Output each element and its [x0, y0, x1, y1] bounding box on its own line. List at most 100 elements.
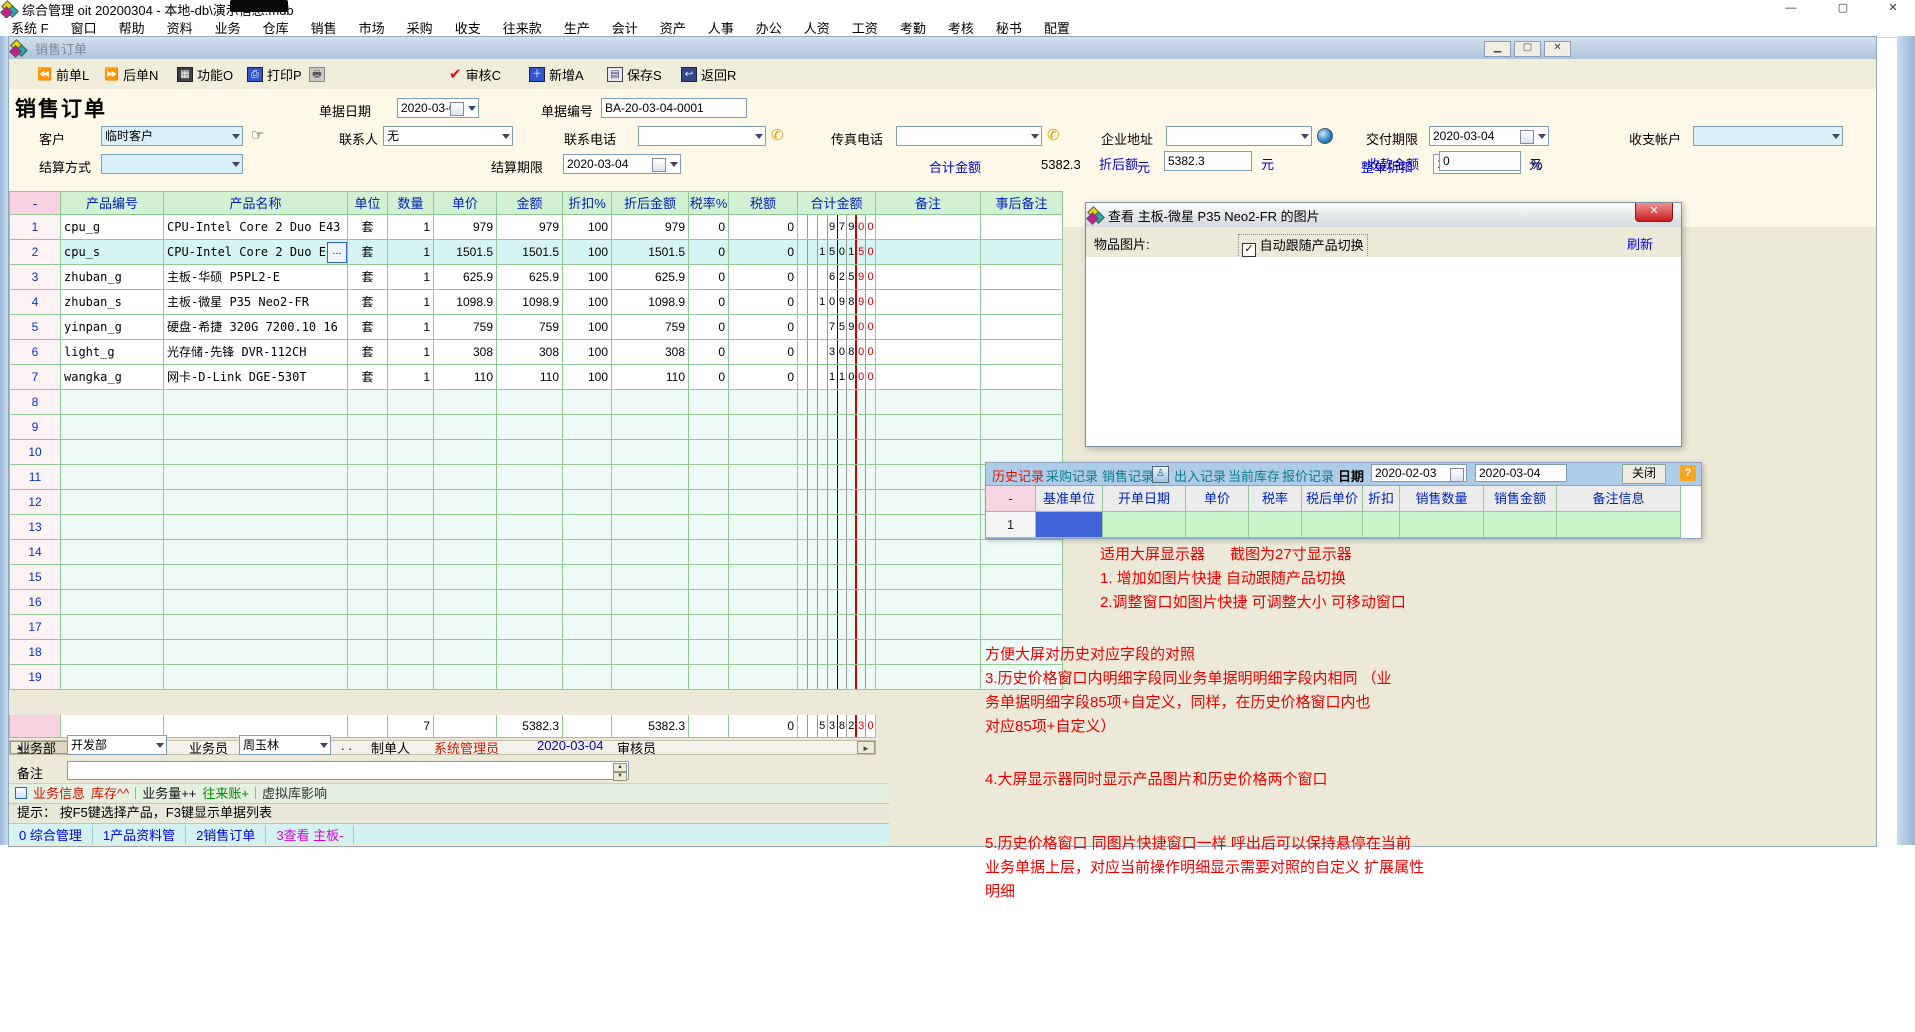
phone-select[interactable]	[638, 126, 766, 146]
taskbar-item-0综合管理[interactable]: 0 综合管理	[9, 825, 93, 844]
history-column-header[interactable]: 税率	[1249, 486, 1302, 512]
history-cell[interactable]	[1302, 512, 1363, 538]
help-icon[interactable]: ?	[1680, 465, 1696, 481]
quick-link-2[interactable]: 库存^^	[91, 783, 129, 802]
history-cell[interactable]	[1103, 512, 1186, 538]
refresh-link[interactable]: 刷新	[1627, 234, 1653, 253]
viewer-titlebar[interactable]: 查看 主板-微星 P35 Neo2-FR 的图片	[1086, 203, 1681, 228]
menu-item-市场[interactable]: 市场	[348, 17, 396, 38]
menu-item-会计[interactable]: 会计	[601, 17, 649, 38]
child-minimize-button[interactable]: ▁	[1484, 41, 1511, 57]
menu-item-办公[interactable]: 办公	[745, 17, 793, 38]
history-tab-历史记录[interactable]: 历史记录	[992, 466, 1044, 485]
toolbar-button-打印P[interactable]: ⎙打印P	[247, 64, 302, 84]
toolbar-button-返回R[interactable]: ↩返回R	[681, 64, 736, 84]
customer-select[interactable]: 临时客户	[101, 126, 243, 146]
column-header[interactable]: 合计金额	[798, 191, 876, 215]
quick-link-1[interactable]: 业务信息	[33, 783, 85, 802]
menu-item-业务[interactable]: 业务	[204, 17, 252, 38]
history-date-from[interactable]: 2020-02-03	[1371, 464, 1467, 482]
column-header[interactable]: 单位	[348, 191, 388, 215]
salesman-select[interactable]: 周玉林	[239, 735, 331, 755]
menu-item-收支[interactable]: 收支	[444, 17, 492, 38]
history-date-to[interactable]: 2020-03-04	[1475, 464, 1567, 482]
table-row[interactable]: 3zhuban_g主板-华硕 P5PL2-E套1625.9625.9100625…	[9, 265, 1063, 290]
taskbar-item-3查看主板-[interactable]: 3查看 主板-	[266, 825, 354, 844]
history-column-header[interactable]: 备注信息	[1557, 486, 1681, 512]
toolbar-button-前单L[interactable]: ⏪前单L	[37, 64, 89, 84]
table-row[interactable]: 18	[9, 640, 1063, 665]
deliver-date-field[interactable]: 2020-03-04	[1429, 126, 1549, 146]
ellipsis-button[interactable]: ...	[327, 242, 347, 263]
close-button[interactable]: ✕	[1879, 2, 1907, 16]
menu-item-配置[interactable]: 配置	[1033, 17, 1081, 38]
discounted-field[interactable]: 5382.3	[1164, 151, 1252, 171]
column-header[interactable]: 税额	[729, 191, 798, 215]
history-close-button[interactable]: 关闭	[1622, 464, 1666, 484]
window-right-border[interactable]	[1897, 36, 1915, 845]
history-data-row[interactable]: 1	[986, 512, 1701, 538]
checkbox-icon[interactable]: ✓	[1242, 243, 1256, 257]
history-cell[interactable]	[1249, 512, 1302, 538]
history-column-header[interactable]: 税后单价	[1302, 486, 1363, 512]
auto-follow-checkbox[interactable]: ✓ 自动跟随产品切换	[1238, 234, 1368, 258]
printer-icon[interactable]: 🖶	[309, 64, 325, 84]
viewer-close-button[interactable]: ✕	[1635, 203, 1673, 222]
child-close-button[interactable]: ✕	[1544, 41, 1571, 57]
table-row[interactable]: 5yinpan_g硬盘-希捷 320G 7200.10 16套175975910…	[9, 315, 1063, 340]
records-person-icon[interactable]: ♙	[1152, 466, 1169, 483]
history-tab-销售记录[interactable]: 销售记录	[1102, 466, 1154, 485]
history-column-header[interactable]: 销售数量	[1400, 486, 1484, 512]
table-row[interactable]: 16	[9, 590, 1063, 615]
spinner-control[interactable]: ▲▼	[613, 763, 627, 779]
table-row[interactable]: 8	[9, 390, 1063, 415]
column-header[interactable]: 金额	[497, 191, 563, 215]
history-cell[interactable]	[1186, 512, 1249, 538]
table-row[interactable]: 11	[9, 465, 1063, 490]
menu-item-销售[interactable]: 销售	[300, 17, 348, 38]
history-column-header[interactable]: 销售金额	[1484, 486, 1557, 512]
toolbar-button-功能O[interactable]: ▦功能O	[177, 64, 233, 84]
menu-item-人资[interactable]: 人资	[793, 17, 841, 38]
toolbar-button-保存S[interactable]: ▤保存S	[607, 64, 662, 84]
taskbar-item-1产品资料管[interactable]: 1产品资料管	[93, 825, 186, 844]
settle-method-select[interactable]	[101, 154, 243, 174]
menu-item-仓库[interactable]: 仓库	[252, 17, 300, 38]
account-select[interactable]	[1693, 126, 1843, 146]
column-header[interactable]: 备注	[876, 191, 981, 215]
menu-item-秘书[interactable]: 秘书	[985, 17, 1033, 38]
table-row[interactable]: 17	[9, 615, 1063, 640]
menu-item-系统F[interactable]: 系统 F	[0, 17, 60, 38]
menu-item-往来款[interactable]: 往来款	[492, 17, 553, 38]
menu-item-生产[interactable]: 生产	[553, 17, 601, 38]
history-column-header[interactable]: 基准单位	[1036, 486, 1103, 512]
table-row[interactable]: 13	[9, 515, 1063, 540]
column-header[interactable]: 产品编号	[61, 191, 164, 215]
history-column-header[interactable]: 开单日期	[1103, 486, 1186, 512]
history-tab-报价记录[interactable]: 报价记录	[1282, 466, 1334, 485]
note-input[interactable]: ▲▼	[67, 761, 629, 780]
toolbar-button-后单N[interactable]: ⏩后单N	[104, 64, 158, 84]
received-field[interactable]: 0	[1439, 151, 1521, 171]
menu-item-资料[interactable]: 资料	[156, 17, 204, 38]
column-header[interactable]: 单价	[434, 191, 497, 215]
history-tab-采购记录[interactable]: 采购记录	[1046, 466, 1098, 485]
table-row[interactable]: 6light_g光存储-先锋 DVR-112CH套130830810030800…	[9, 340, 1063, 365]
fax-phone-icon[interactable]: ✆	[1047, 126, 1060, 144]
table-row[interactable]: 1cpu_gCPU-Intel Core 2 Duo E43套197997910…	[9, 215, 1063, 240]
quick-link-5[interactable]: 虚拟库影响	[262, 783, 327, 802]
menu-item-帮助[interactable]: 帮助	[108, 17, 156, 38]
dots-label[interactable]: . .	[341, 738, 352, 753]
quick-link-4[interactable]: 往来账+	[202, 783, 249, 802]
history-tab-出入记录[interactable]: 出入记录	[1174, 466, 1226, 485]
column-header[interactable]: 折后金额	[612, 191, 689, 215]
column-header[interactable]: 税率%	[689, 191, 729, 215]
table-row[interactable]: 2cpu_sCPU-Intel Core 2 Duo E65套11501.515…	[9, 240, 1063, 265]
menu-item-资产[interactable]: 资产	[649, 17, 697, 38]
menu-item-窗口[interactable]: 窗口	[60, 17, 108, 38]
table-row[interactable]: 9	[9, 415, 1063, 440]
history-cell[interactable]	[1557, 512, 1681, 538]
pointing-hand-icon[interactable]: ☞	[251, 126, 264, 144]
globe-icon[interactable]	[1317, 128, 1333, 144]
column-header[interactable]: 折扣%	[563, 191, 612, 215]
